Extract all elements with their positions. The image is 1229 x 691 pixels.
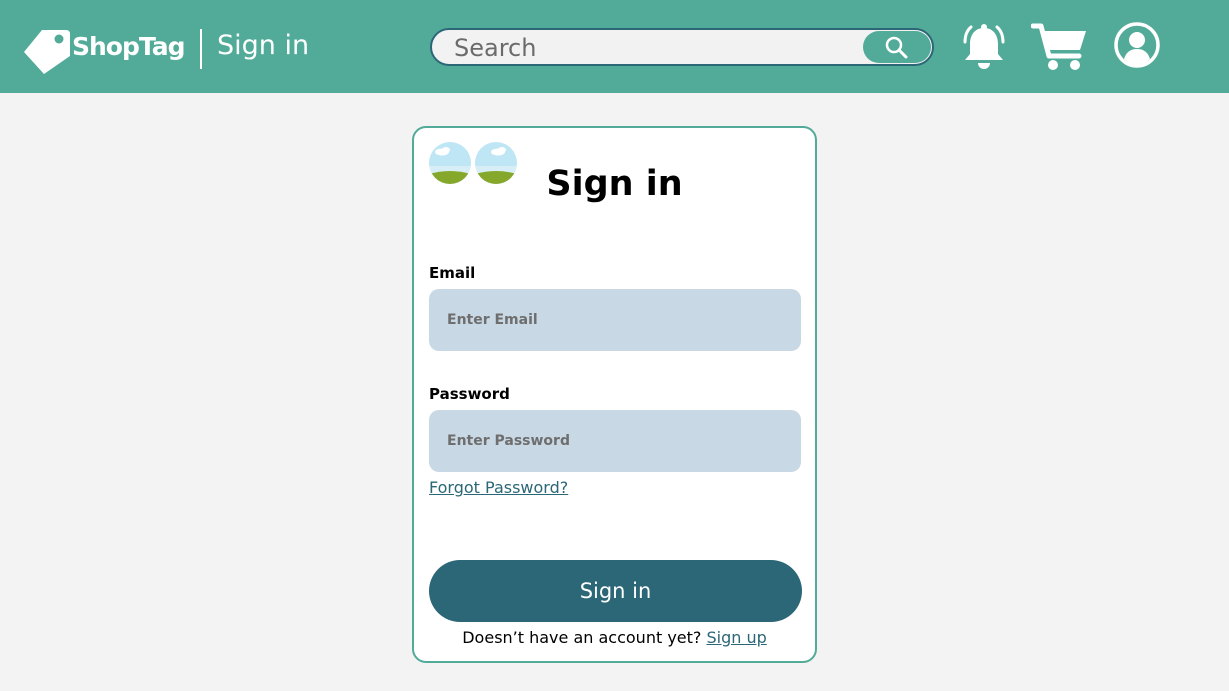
signup-prompt-line: Doesn’t have an account yet? Sign up <box>414 628 815 647</box>
signup-prompt-text: Doesn’t have an account yet? <box>462 628 702 647</box>
search-icon <box>885 36 908 59</box>
tag-logo-icon[interactable] <box>22 28 72 76</box>
bell-icon[interactable] <box>960 22 1008 72</box>
page-label: Sign in <box>217 30 310 61</box>
top-header: ShopTag Sign in <box>0 0 1229 93</box>
sign-in-button[interactable]: Sign in <box>429 560 802 622</box>
email-label: Email <box>429 264 476 282</box>
search-bar <box>430 28 934 66</box>
email-field[interactable] <box>429 289 801 351</box>
sign-up-link[interactable]: Sign up <box>706 628 766 647</box>
card-title: Sign in <box>546 164 683 204</box>
brand-name[interactable]: ShopTag <box>72 29 185 65</box>
password-label: Password <box>429 385 510 403</box>
password-field[interactable] <box>429 410 801 472</box>
search-input[interactable] <box>452 33 856 63</box>
search-button[interactable] <box>863 31 931 63</box>
sign-in-card: Sign in Email Password Forgot Password? … <box>412 126 817 663</box>
forgot-password-link[interactable]: Forgot Password? <box>429 478 568 497</box>
header-divider <box>200 29 202 69</box>
user-icon[interactable] <box>1114 22 1160 68</box>
cart-icon[interactable] <box>1031 22 1089 72</box>
